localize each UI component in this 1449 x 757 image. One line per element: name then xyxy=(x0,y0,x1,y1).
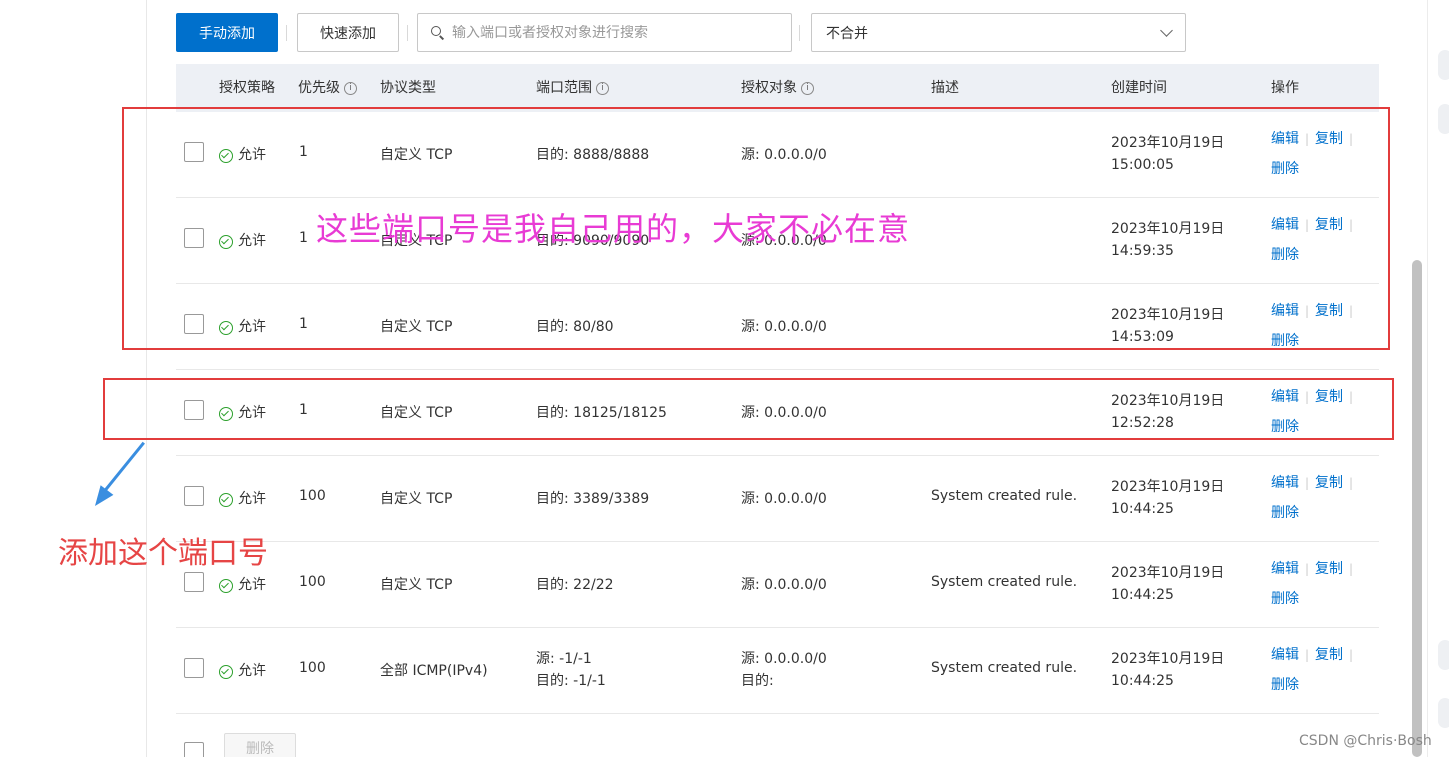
merge-select-value: 不合并 xyxy=(826,25,868,42)
header-auth-object: 授权对象 i xyxy=(741,64,814,112)
row-checkbox[interactable] xyxy=(184,658,204,678)
port-cell: 目的: 3389/3389 xyxy=(536,491,650,507)
header-actions: 操作 xyxy=(1271,80,1299,96)
table-row: 允许 100 全部 ICMP(IPv4) 源: -1/-1 目的: -1/-1 源: 0.… xyxy=(176,628,1379,714)
header-priority: 优先级 i xyxy=(298,64,357,112)
check-circle-icon xyxy=(219,492,233,507)
created-cell: 2023年10月19日 10:44:25 xyxy=(1111,648,1224,692)
row-checkbox[interactable] xyxy=(184,572,204,592)
check-circle-icon xyxy=(219,664,233,679)
protocol-cell: 自定义 TCP xyxy=(380,577,453,593)
created-date: 2023年10月19日 xyxy=(1111,479,1225,495)
description-cell: System created rule. xyxy=(931,488,1078,504)
header-port-range: 端口范围 i xyxy=(536,64,609,112)
port-cell: 源: -1/-1 目的: -1/-1 xyxy=(536,651,606,689)
policy-cell: 允许 xyxy=(219,660,266,680)
edit-link[interactable]: 编辑 xyxy=(1271,561,1299,577)
policy-text: 允许 xyxy=(238,577,266,593)
created-date: 2023年10月19日 xyxy=(1111,565,1225,581)
edit-link[interactable]: 编辑 xyxy=(1271,475,1299,491)
actions-cell: 编辑 | 复制 | 删除 xyxy=(1271,647,1354,693)
annotation-own-ports-text: 这些端口号是我自己用的，大家不必在意 xyxy=(316,210,911,248)
toolbar-separator xyxy=(407,25,408,41)
description-cell: System created rule. xyxy=(931,574,1078,590)
edit-link[interactable]: 编辑 xyxy=(1271,647,1299,663)
annotation-arrow-head xyxy=(88,485,114,511)
actions-cell: 编辑 | 复制 | 删除 xyxy=(1271,475,1354,521)
table-header: 授权策略 优先级 i 协议类型 端口范围 i 授权对象 i 描述 创建时间 操作 xyxy=(176,64,1379,112)
created-cell: 2023年10月19日 10:44:25 xyxy=(1111,562,1224,606)
policy-text: 允许 xyxy=(238,663,266,679)
side-widget[interactable] xyxy=(1438,104,1449,134)
header-created: 创建时间 xyxy=(1111,80,1167,96)
created-date: 2023年10月19日 xyxy=(1111,651,1225,667)
search-icon xyxy=(430,25,446,41)
manual-add-button[interactable]: 手动添加 xyxy=(176,13,278,52)
delete-link[interactable]: 删除 xyxy=(1271,677,1299,693)
annotation-arrow xyxy=(99,441,145,497)
search-input[interactable] xyxy=(452,24,772,41)
table-row: 允许 100 自定义 TCP 目的: 3389/3389 源: 0.0.0.0/0 Sys… xyxy=(176,456,1379,542)
auth-cell: 源: 0.0.0.0/0 目的: xyxy=(741,651,827,689)
merge-select[interactable]: 不合并 xyxy=(811,13,1186,52)
check-circle-icon xyxy=(219,578,233,593)
policy-cell: 允许 xyxy=(219,574,266,594)
header-description: 描述 xyxy=(931,80,959,96)
info-icon[interactable]: i xyxy=(801,81,814,95)
delete-link[interactable]: 删除 xyxy=(1271,505,1299,521)
created-time: 10:44:25 xyxy=(1111,673,1174,689)
description-cell: System created rule. xyxy=(931,660,1078,676)
chevron-down-icon xyxy=(1160,23,1173,37)
select-all-checkbox[interactable] xyxy=(184,742,204,757)
info-icon[interactable]: i xyxy=(344,81,357,95)
delete-link[interactable]: 删除 xyxy=(1271,591,1299,607)
actions-cell: 编辑 | 复制 | 删除 xyxy=(1271,561,1354,607)
auth-cell: 源: 0.0.0.0/0 xyxy=(741,577,827,593)
row-checkbox[interactable] xyxy=(184,486,204,506)
priority-cell: 100 xyxy=(299,574,326,590)
created-time: 10:44:25 xyxy=(1111,587,1174,603)
watermark: CSDN @Chris·Bosh xyxy=(1299,733,1432,749)
side-widget[interactable] xyxy=(1438,50,1449,80)
header-policy: 授权策略 xyxy=(219,80,275,96)
policy-text: 允许 xyxy=(238,491,266,507)
protocol-cell: 自定义 TCP xyxy=(380,491,453,507)
toolbar-separator xyxy=(286,25,287,41)
policy-cell: 允许 xyxy=(219,488,266,508)
header-protocol: 协议类型 xyxy=(380,80,436,96)
copy-link[interactable]: 复制 xyxy=(1315,647,1343,663)
search-box[interactable] xyxy=(417,13,792,52)
copy-link[interactable]: 复制 xyxy=(1315,475,1343,491)
priority-cell: 100 xyxy=(299,660,326,676)
created-time: 10:44:25 xyxy=(1111,501,1174,517)
protocol-cell: 全部 ICMP(IPv4) xyxy=(380,663,488,679)
side-widget[interactable] xyxy=(1438,640,1449,670)
annotation-box-add-port xyxy=(103,378,1394,440)
annotation-add-port-text: 添加这个端口号 xyxy=(58,536,268,571)
toolbar-separator xyxy=(799,25,800,41)
created-cell: 2023年10月19日 10:44:25 xyxy=(1111,476,1224,520)
auth-cell: 源: 0.0.0.0/0 xyxy=(741,491,827,507)
priority-cell: 100 xyxy=(299,488,326,504)
quick-add-button[interactable]: 快速添加 xyxy=(297,13,399,52)
info-icon[interactable]: i xyxy=(596,81,609,95)
table-row: 允许 100 自定义 TCP 目的: 22/22 源: 0.0.0.0/0 System … xyxy=(176,542,1379,628)
copy-link[interactable]: 复制 xyxy=(1315,561,1343,577)
batch-delete-button[interactable]: 删除 xyxy=(224,733,296,757)
port-cell: 目的: 22/22 xyxy=(536,577,614,593)
side-widget[interactable] xyxy=(1438,698,1449,728)
vertical-scrollbar[interactable] xyxy=(1412,260,1422,757)
